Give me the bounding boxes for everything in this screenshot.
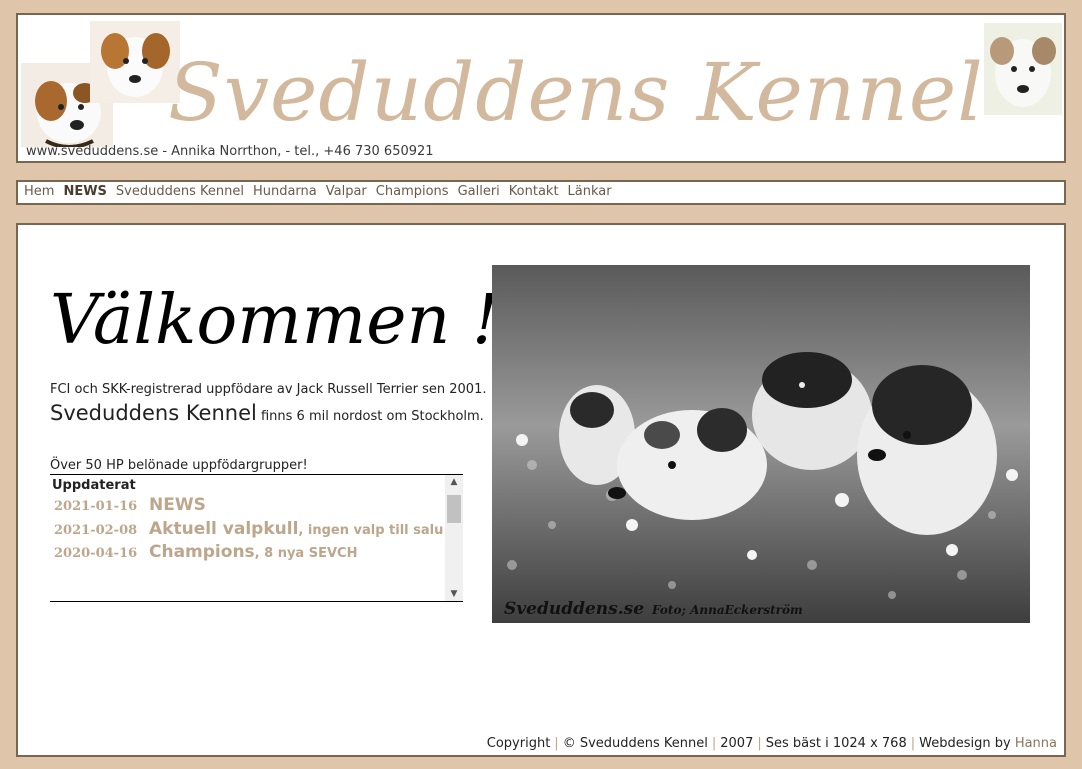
footer-separator: | [757,736,762,751]
update-note: , 8 nya SEVCH [254,546,358,561]
intro-line-1: FCI och SKK-registrerad uppfödare av Jac… [50,382,487,397]
nav-item-news[interactable]: NEWS [63,184,106,199]
banner-title: Sveduddens Kennel [168,46,984,139]
nav-item-valpar[interactable]: Valpar [326,184,367,199]
contact-line: www.sveduddens.se - Annika Norrthon, - t… [26,144,434,159]
footer-separator: | [554,736,559,751]
dog-photo-middle-icon [90,21,180,103]
nav-item-hundarna[interactable]: Hundarna [253,184,317,199]
footer-year: 2007 [720,736,754,751]
footer-owner: © Sveduddens Kennel [562,736,708,751]
footer: Copyright | © Sveduddens Kennel | 2007 | Ses b… [487,736,1057,751]
update-title[interactable]: NEWS [149,495,206,515]
update-title[interactable]: Aktuell valpkull [149,519,298,539]
updates-scrollbar[interactable]: ▲ ▼ [445,475,463,601]
main-content: Välkommen ! FCI och SKK-registrerad uppf… [16,223,1066,757]
update-row[interactable]: 2021-01-16 NEWS [54,495,206,515]
nav-item-kontakt[interactable]: Kontakt [509,184,559,199]
update-date: 2021-01-16 [54,499,138,514]
intro-text: FCI och SKK-registrerad uppfödare av Jac… [50,381,490,427]
update-row[interactable]: 2020-04-16 Champions, 8 nya SEVCH [54,542,357,562]
update-note: , ingen valp till salu [298,523,444,538]
update-date: 2020-04-16 [54,546,138,561]
scroll-down-arrow-icon[interactable]: ▼ [445,587,463,601]
footer-designer-link[interactable]: Hanna [1015,736,1057,751]
dog-photo-right-icon [984,23,1062,115]
update-date: 2021-02-08 [54,523,138,538]
puppies-photo: Sveduddens.se Foto; AnnaEckerström [492,265,1030,623]
footer-separator: | [910,736,916,751]
nav-item-lankar[interactable]: Länkar [568,184,612,199]
update-title[interactable]: Champions [149,542,255,562]
photo-caption-site: Sveduddens.se [504,599,645,619]
puppies-illustration [492,265,1030,623]
photo-caption-credit: Foto; AnnaEckerström [652,603,803,617]
nav-bar: Hem NEWS Sveduddens Kennel Hundarna Valp… [16,180,1066,205]
nav-item-champions[interactable]: Champions [376,184,449,199]
update-row[interactable]: 2021-02-08 Aktuell valpkull, ingen valp t… [54,519,443,539]
photo-caption: Sveduddens.se Foto; AnnaEckerström [504,599,803,619]
footer-resolution: Ses bäst i 1024 x 768 [765,736,907,751]
updates-box: Uppdaterat 2021-01-16 NEWS 2021-02-08 Aktu… [50,474,463,602]
intro-location: finns 6 mil nordost om Stockholm. [256,408,484,424]
nav-item-galleri[interactable]: Galleri [458,184,500,199]
footer-webdesign: Webdesign by [919,736,1011,751]
header-banner: Sveduddens Kennel www.sveduddens.se - An… [16,13,1066,163]
welcome-heading: Välkommen ! [50,281,500,360]
hp-line: Över 50 HP belönade uppfödargrupper! [50,458,308,473]
nav-item-hem[interactable]: Hem [24,184,54,199]
scroll-up-arrow-icon[interactable]: ▲ [445,475,463,489]
scroll-thumb[interactable] [447,495,461,523]
nav-item-sveduddens-kennel[interactable]: Sveduddens Kennel [116,184,244,199]
footer-copyright: Copyright [486,736,551,751]
nav-menu: Hem NEWS Sveduddens Kennel Hundarna Valp… [24,184,612,199]
footer-separator: | [711,736,717,751]
intro-line-2: Sveduddens Kennel finns 6 mil nordost om… [50,399,490,427]
updates-heading: Uppdaterat [52,478,136,493]
intro-kennel-name: Sveduddens Kennel [50,400,257,425]
